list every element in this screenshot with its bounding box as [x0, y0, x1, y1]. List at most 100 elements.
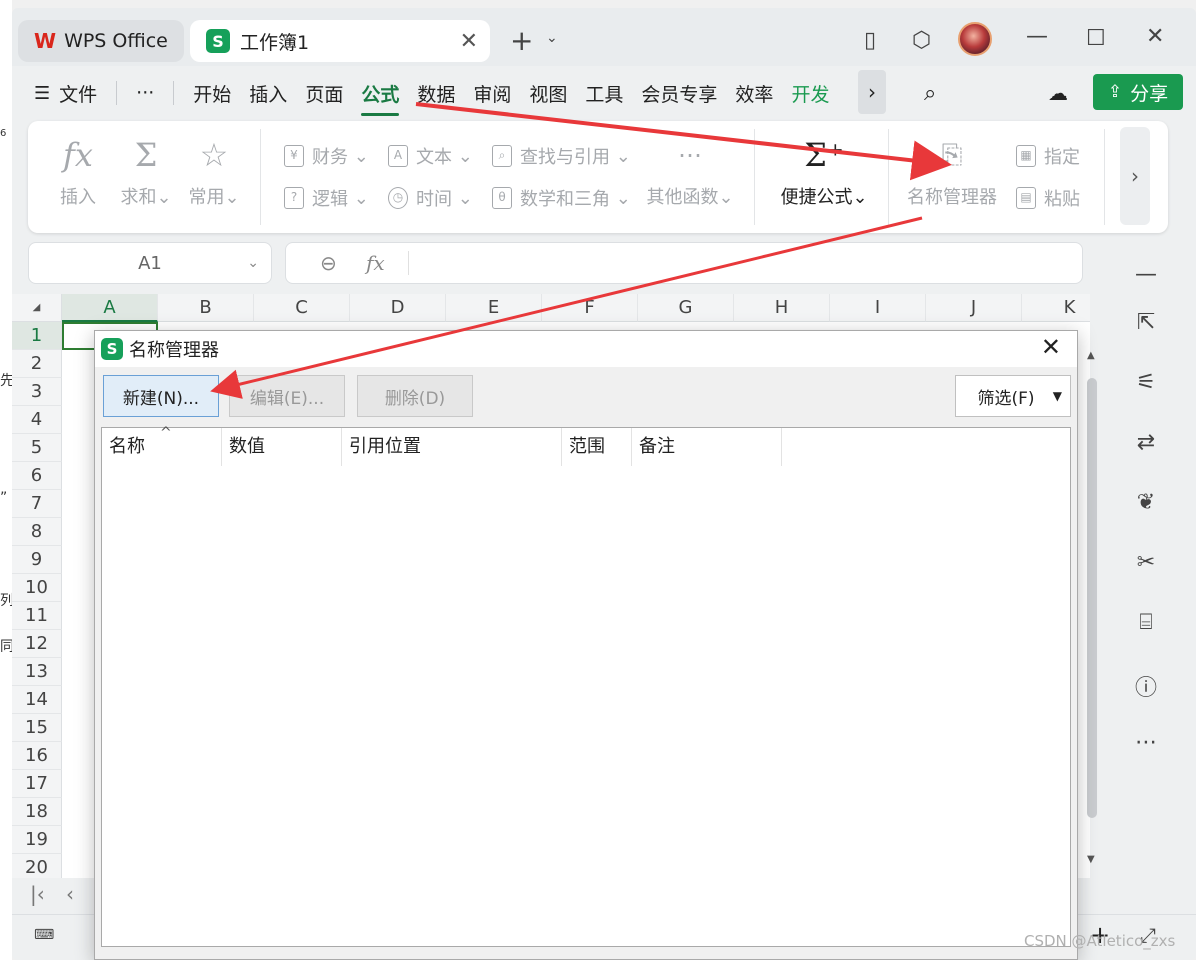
macro-icon[interactable]: ⌨ — [34, 927, 54, 943]
row-header[interactable]: 2 — [12, 350, 62, 378]
vertical-scrollbar[interactable]: ▲ ▼ — [1084, 338, 1100, 878]
new-name-button[interactable]: 新建(N)... — [103, 375, 219, 417]
finance-functions-button[interactable]: ¥ 财务 ⌄ — [284, 143, 369, 169]
minimize-icon[interactable]: — — [1026, 24, 1048, 49]
math-functions-button[interactable]: θ 数学和三角 ⌄ — [492, 185, 631, 211]
row-header[interactable]: 16 — [12, 742, 62, 770]
column-header[interactable]: D — [350, 294, 446, 322]
convert-icon[interactable]: ⇄ — [1130, 430, 1162, 455]
menu-scroll-right-button[interactable]: › — [858, 70, 886, 114]
search-icon[interactable]: ⌕ — [924, 81, 936, 106]
user-avatar[interactable] — [958, 22, 992, 56]
paste-name-button[interactable]: ▤ 粘贴 — [1016, 185, 1080, 211]
row-header[interactable]: 14 — [12, 686, 62, 714]
row-header[interactable]: 5 — [12, 434, 62, 462]
row-header[interactable]: 3 — [12, 378, 62, 406]
menu-efficiency[interactable]: 效率 — [726, 80, 782, 107]
menu-view[interactable]: 视图 — [520, 80, 576, 107]
list-column-header[interactable]: 名称 ^ — [102, 426, 222, 466]
delete-name-button[interactable]: 删除(D) — [357, 375, 473, 417]
column-header[interactable]: G — [638, 294, 734, 322]
previous-sheet-icon[interactable]: ‹ — [66, 882, 74, 906]
row-header[interactable]: 9 — [12, 546, 62, 574]
autosum-button[interactable]: Σ 求和⌄ — [116, 133, 176, 209]
close-window-icon[interactable]: ✕ — [1146, 24, 1164, 49]
column-header[interactable]: H — [734, 294, 830, 322]
row-header[interactable]: 8 — [12, 518, 62, 546]
book-search-icon[interactable]: ⌸ — [1130, 610, 1162, 635]
filter-button[interactable]: 筛选(F) ▼ — [955, 375, 1071, 417]
scrollbar-thumb[interactable] — [1087, 378, 1097, 818]
scroll-up-icon[interactable]: ▲ — [1087, 350, 1095, 361]
row-header[interactable]: 7 — [12, 490, 62, 518]
ribbon-scroll-right-button[interactable]: › — [1120, 127, 1150, 225]
select-cursor-icon[interactable]: ⇱ — [1130, 310, 1162, 335]
column-header[interactable]: F — [542, 294, 638, 322]
more-options-icon[interactable]: ⋯ — [1130, 730, 1162, 755]
menu-insert[interactable]: 插入 — [240, 80, 296, 107]
close-tab-icon[interactable]: ✕ — [460, 29, 478, 54]
adjust-sliders-icon[interactable]: ⚟ — [1130, 370, 1162, 395]
edit-name-button[interactable]: 编辑(E)... — [229, 375, 345, 417]
dialog-title-bar[interactable]: S 名称管理器 ✕ — [95, 331, 1077, 367]
zoom-icon[interactable]: ⊖ — [320, 251, 337, 275]
list-column-header[interactable]: 数值 — [222, 428, 342, 466]
fx-icon[interactable]: fx — [366, 251, 385, 275]
menu-member[interactable]: 会员专享 — [632, 80, 726, 107]
help-icon[interactable]: ⓘ — [1130, 670, 1162, 702]
tab-workbook[interactable]: S 工作簿1 ✕ — [190, 20, 490, 62]
cloud-icon[interactable]: ☁ — [1048, 81, 1068, 105]
row-header[interactable]: 10 — [12, 574, 62, 602]
row-header[interactable]: 18 — [12, 798, 62, 826]
time-functions-button[interactable]: ◷ 时间 ⌄ — [388, 185, 473, 211]
insert-function-button[interactable]: fx 插入 — [48, 133, 108, 209]
device-icon[interactable]: ▯ — [864, 28, 876, 53]
menu-review[interactable]: 审阅 — [464, 80, 520, 107]
first-sheet-icon[interactable]: |‹ — [30, 882, 45, 906]
other-functions-button[interactable]: ⋯ 其他函数⌄ — [642, 133, 738, 209]
menu-home[interactable]: 开始 — [184, 80, 240, 107]
tools-icon[interactable]: ✂ — [1130, 550, 1162, 575]
collapse-panel-icon[interactable]: — — [1130, 262, 1162, 287]
row-header[interactable]: 15 — [12, 714, 62, 742]
menu-formula[interactable]: 公式 — [352, 80, 408, 116]
column-header[interactable]: E — [446, 294, 542, 322]
row-header[interactable]: 19 — [12, 826, 62, 854]
new-tab-button[interactable]: + — [510, 24, 533, 57]
list-column-header[interactable]: 引用位置 — [342, 428, 562, 466]
common-functions-button[interactable]: ☆ 常用⌄ — [184, 133, 244, 209]
column-header[interactable]: C — [254, 294, 350, 322]
row-header[interactable]: 13 — [12, 658, 62, 686]
select-all-corner[interactable]: ◢ — [12, 294, 62, 322]
lookup-functions-button[interactable]: ⌕ 查找与引用 ⌄ — [492, 143, 631, 169]
name-manager-button[interactable]: ⎘ 名称管理器 — [904, 133, 1000, 209]
row-header[interactable]: 17 — [12, 770, 62, 798]
row-header[interactable]: 12 — [12, 630, 62, 658]
menu-hamburger-icon[interactable]: ☰ — [34, 83, 50, 104]
name-box[interactable]: A1 ⌄ — [28, 242, 272, 284]
column-header[interactable]: J — [926, 294, 1022, 322]
column-header[interactable]: A — [62, 294, 158, 322]
row-header[interactable]: 11 — [12, 602, 62, 630]
list-column-header[interactable]: 范围 — [562, 428, 632, 466]
text-functions-button[interactable]: A 文本 ⌄ — [388, 143, 473, 169]
menu-page[interactable]: 页面 — [296, 80, 352, 107]
menu-tools[interactable]: 工具 — [576, 80, 632, 107]
menu-file[interactable]: 文件 — [50, 80, 106, 107]
cube-icon[interactable]: ⬡ — [912, 28, 931, 53]
formula-bar[interactable]: ⊖ fx — [285, 242, 1083, 284]
column-header[interactable]: K — [1022, 294, 1090, 322]
scroll-down-icon[interactable]: ▼ — [1087, 854, 1095, 865]
menu-more[interactable]: ··· — [127, 82, 163, 104]
maximize-icon[interactable]: ☐ — [1086, 26, 1106, 51]
specify-name-button[interactable]: ▦ 指定 — [1016, 143, 1080, 169]
tab-list-chevron-icon[interactable]: ⌄ — [546, 30, 558, 46]
column-header[interactable]: B — [158, 294, 254, 322]
row-header[interactable]: 6 — [12, 462, 62, 490]
close-dialog-icon[interactable]: ✕ — [1041, 333, 1061, 361]
logic-functions-button[interactable]: ? 逻辑 ⌄ — [284, 185, 369, 211]
menu-developer[interactable]: 开发 — [782, 80, 838, 107]
row-header[interactable]: 1 — [12, 322, 62, 350]
list-column-header[interactable]: 备注 — [632, 428, 782, 466]
menu-data[interactable]: 数据 — [408, 80, 464, 107]
